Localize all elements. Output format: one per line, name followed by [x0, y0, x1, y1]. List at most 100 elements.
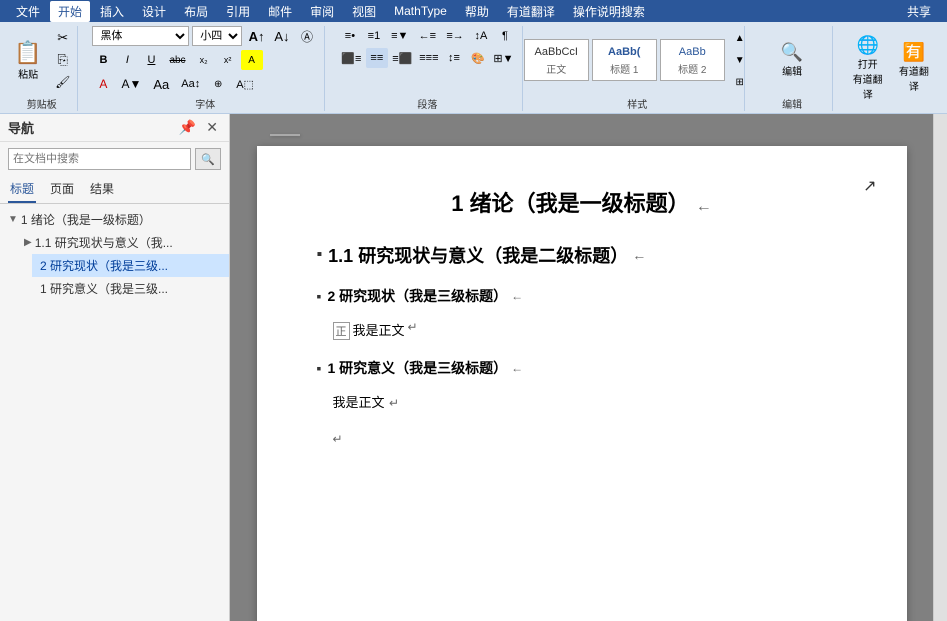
- subscript-button[interactable]: x₂: [193, 50, 215, 70]
- nav-title: 导航: [8, 118, 34, 137]
- align-left-button[interactable]: ⬛≡: [339, 48, 364, 68]
- heading3-2-container: ▪ 1 研究意义（我是三级标题） ←: [317, 358, 847, 378]
- menu-design[interactable]: 设计: [134, 1, 174, 22]
- heading1-return-mark: ←: [696, 198, 712, 215]
- line-spacing-button[interactable]: ↕≡: [443, 48, 465, 68]
- nav-search-input[interactable]: [8, 148, 191, 170]
- doc-body2: 我是正文: [333, 395, 385, 410]
- menu-review[interactable]: 审阅: [302, 1, 342, 22]
- styles-expand[interactable]: ⊞: [729, 72, 751, 92]
- paragraph-label: 段落: [417, 94, 437, 111]
- style-heading1-button[interactable]: AaBb( 标题 1: [592, 39, 657, 81]
- styles-scroll-up[interactable]: ▲: [729, 28, 751, 48]
- nav-tree-item-2[interactable]: ▶ 1.1 研究现状与意义（我...: [16, 231, 229, 254]
- menu-mathtype[interactable]: MathType: [386, 2, 455, 20]
- nav-tree-item-3[interactable]: 2 研究现状（我是三级...: [32, 254, 229, 277]
- youdao-translate-button[interactable]: 🌐 打开有道翻译: [847, 33, 889, 103]
- text-highlight-button[interactable]: A: [241, 50, 263, 70]
- style-heading2-button[interactable]: AaBb 标题 2: [660, 39, 725, 81]
- change-case-button[interactable]: Aa↕: [176, 74, 205, 94]
- styles-label: 样式: [627, 94, 647, 111]
- menu-view[interactable]: 视图: [344, 1, 384, 22]
- superscript-button[interactable]: x²: [217, 50, 239, 70]
- format-painter-button[interactable]: 🖌: [50, 72, 75, 92]
- font-name-selector[interactable]: 黑体: [92, 26, 189, 46]
- edit-label: 编辑: [782, 94, 802, 111]
- font-size-up-button[interactable]: A↑: [245, 26, 268, 46]
- font-enlarge-button[interactable]: Aa: [148, 74, 174, 94]
- underline-button[interactable]: U: [140, 50, 162, 70]
- style-normal-button[interactable]: AaBbCcI 正文: [524, 39, 589, 81]
- doc-body1: 我是正文: [353, 320, 405, 339]
- border-char-button[interactable]: A⬚: [231, 74, 259, 94]
- nav-tabs: 标题 页面 结果: [0, 176, 229, 204]
- nav-tree: ▼ 1 绪论（我是一级标题） ▶ 1.1 研究现状与意义（我... 2 研究现状…: [0, 204, 229, 621]
- cut-button[interactable]: ✂: [50, 28, 75, 48]
- nav-tab-pages[interactable]: 页面: [48, 176, 76, 203]
- font-size-down-button[interactable]: A↓: [271, 26, 293, 46]
- nav-search-button[interactable]: 🔍: [195, 148, 221, 170]
- decrease-indent-button[interactable]: ←≡: [415, 26, 441, 46]
- copy-button[interactable]: ⎘: [50, 50, 75, 70]
- font-group: 黑体 小四 A↑ A↓ Ⓐ B I U abc x₂ x² A A A▼: [86, 26, 325, 111]
- numbering-button[interactable]: ≡1: [363, 26, 385, 46]
- align-right-button[interactable]: ≡⬛: [390, 48, 415, 68]
- find-button[interactable]: 🔍 编辑: [777, 35, 807, 85]
- increase-indent-button[interactable]: ≡→: [442, 26, 468, 46]
- nav-tree-item-1[interactable]: ▼ 1 绪论（我是一级标题）: [0, 208, 229, 231]
- justify-button[interactable]: ≡≡≡: [417, 48, 441, 68]
- cursor-arrow: ↗: [863, 176, 876, 196]
- paste-button[interactable]: 📋 粘贴: [8, 26, 48, 94]
- heading3-2-return-mark: ←: [511, 361, 523, 375]
- heading3-1-container: ▪ 2 研究现状（我是三级标题） ←: [317, 286, 847, 306]
- menu-share[interactable]: 共享: [899, 1, 939, 22]
- doc-heading2: 1.1 研究现状与意义（我是二级标题）: [328, 242, 628, 268]
- nav-close-button[interactable]: ✕: [203, 118, 221, 137]
- doc-page: ↗ 1 绪论（我是一级标题） ← ▪ 1.1 研究现状与意义（我是二级标题） ←…: [257, 146, 907, 621]
- body1-para-mark: ↵: [408, 320, 418, 334]
- phonetic-button[interactable]: ⊕: [207, 74, 229, 94]
- ribbon: 📋 粘贴 ✂ ⎘ 🖌 剪贴板 黑体 小四 A↑: [0, 22, 947, 114]
- styles-scroll-down[interactable]: ▼: [729, 50, 751, 70]
- doc-area[interactable]: ↗ 1 绪论（我是一级标题） ← ▪ 1.1 研究现状与意义（我是二级标题） ←…: [230, 114, 933, 621]
- search-icon: 🔍: [781, 42, 803, 63]
- nav-tree-item-4[interactable]: 1 研究意义（我是三级...: [32, 277, 229, 300]
- italic-button[interactable]: I: [116, 50, 138, 70]
- nav-arrow-2: ▶: [24, 237, 32, 248]
- menu-references[interactable]: 引用: [218, 1, 258, 22]
- extra-para: ↵: [333, 430, 847, 448]
- border-button[interactable]: ⊞▼: [491, 48, 516, 68]
- nav-tab-results[interactable]: 结果: [88, 176, 116, 203]
- show-formatting-button[interactable]: ¶: [494, 26, 516, 46]
- main-layout: 导航 📌 ✕ 🔍 标题 页面 结果 ▼ 1 绪论（我是一级标题） ▶ 1.1 研: [0, 114, 947, 621]
- menu-mail[interactable]: 邮件: [260, 1, 300, 22]
- nav-tab-headings[interactable]: 标题: [8, 176, 36, 203]
- menu-help[interactable]: 帮助: [457, 1, 497, 22]
- multilevel-list-button[interactable]: ≡▼: [387, 26, 413, 46]
- bold-button[interactable]: B: [92, 50, 114, 70]
- menu-file[interactable]: 文件: [8, 1, 48, 22]
- menu-home[interactable]: 开始: [50, 1, 90, 22]
- body2-para-mark: ↵: [389, 396, 399, 410]
- nav-pin-button[interactable]: 📌: [176, 118, 199, 137]
- font-color-button[interactable]: A: [92, 74, 114, 94]
- shading-button[interactable]: 🎨: [467, 48, 489, 68]
- menu-search[interactable]: 操作说明搜索: [565, 1, 653, 22]
- font-size-selector[interactable]: 小四: [192, 26, 242, 46]
- nav-tree-label-2: 1.1 研究现状与意义（我...: [35, 234, 173, 251]
- bullets-button[interactable]: ≡•: [339, 26, 361, 46]
- youdao-open-button[interactable]: 🈶 有道翻译: [893, 40, 935, 95]
- body1-container: 正 我是正文 ↵: [333, 320, 847, 340]
- menu-youdao[interactable]: 有道翻译: [499, 1, 563, 22]
- nav-search: 🔍: [0, 142, 229, 176]
- font-bg-button[interactable]: A▼: [116, 74, 146, 94]
- edit-group: 🔍 编辑 编辑: [753, 26, 833, 111]
- strikethrough-button[interactable]: abc: [164, 50, 190, 70]
- sort-button[interactable]: ↕A: [470, 26, 492, 46]
- clear-format-button[interactable]: Ⓐ: [296, 26, 318, 46]
- youdao-group: 🌐 打开有道翻译 🈶 有道翻译: [841, 26, 941, 111]
- menu-insert[interactable]: 插入: [92, 1, 132, 22]
- align-center-button[interactable]: ≡≡: [366, 48, 388, 68]
- right-panel: [933, 114, 947, 621]
- menu-layout[interactable]: 布局: [176, 1, 216, 22]
